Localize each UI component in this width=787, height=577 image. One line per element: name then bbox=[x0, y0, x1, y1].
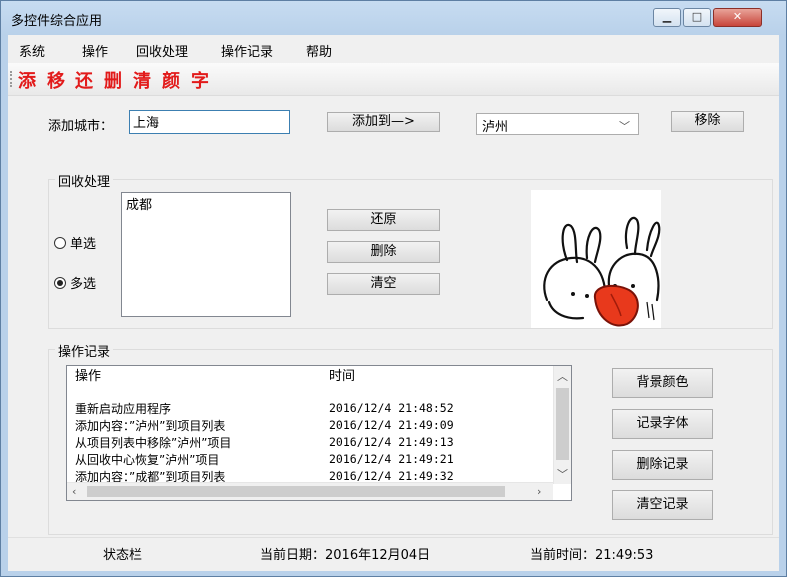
radio-single-circle[interactable] bbox=[54, 236, 66, 249]
menu-help[interactable]: 帮助 bbox=[306, 41, 332, 60]
toolbar-add-button[interactable]: 添 bbox=[18, 67, 36, 93]
close-icon: ✕ bbox=[732, 10, 743, 23]
log-row-action: 重新启动应用程序 bbox=[75, 402, 172, 416]
toolbar-clear-button[interactable]: 清 bbox=[133, 67, 151, 93]
title-bar[interactable]: 多控件综合应用 ▁ □ ✕ bbox=[1, 1, 786, 35]
city-input[interactable]: 上海 bbox=[129, 110, 290, 134]
close-button[interactable]: ✕ bbox=[713, 8, 762, 27]
radio-multi-label: 多选 bbox=[70, 277, 97, 292]
window-title: 多控件综合应用 bbox=[11, 14, 103, 29]
minimize-button[interactable]: ▁ bbox=[653, 8, 681, 27]
toolbar: 添 移 还 删 清 颜 字 bbox=[8, 63, 779, 96]
record-font-button[interactable]: 记录字体 bbox=[612, 409, 713, 439]
background-color-button[interactable]: 背景颜色 bbox=[612, 368, 713, 398]
delete-record-button[interactable]: 删除记录 bbox=[612, 450, 713, 480]
scroll-up-icon[interactable]: ︿ bbox=[557, 368, 568, 384]
recycle-group-title: 回收处理 bbox=[55, 171, 114, 190]
menu-bar: 系统 操作 回收处理 操作记录 帮助 bbox=[8, 35, 779, 63]
toolbar-restore-button[interactable]: 还 bbox=[75, 67, 93, 93]
main-window: 多控件综合应用 ▁ □ ✕ 系统 操作 回收处理 操作记录 帮助 添 移 还 删… bbox=[0, 0, 787, 577]
log-row-action: 从项目列表中移除”泸州”项目 bbox=[75, 436, 232, 450]
clear-record-button[interactable]: 清空记录 bbox=[612, 490, 713, 520]
rabbit-cartoon-icon bbox=[543, 216, 661, 327]
log-group-title: 操作记录 bbox=[55, 341, 114, 360]
radio-single-label: 单选 bbox=[70, 237, 97, 252]
toolbar-grip[interactable] bbox=[10, 71, 14, 87]
add-to-list-button[interactable]: 添加到—> bbox=[327, 112, 440, 132]
menu-system[interactable]: 系统 bbox=[19, 41, 45, 60]
city-combo[interactable]: 泸州 ﹀ bbox=[476, 113, 639, 135]
horizontal-scroll-thumb[interactable] bbox=[87, 486, 505, 497]
delete-button[interactable]: 删除 bbox=[327, 241, 440, 263]
radio-multi[interactable]: 多选 bbox=[54, 273, 96, 292]
maximize-icon: □ bbox=[691, 10, 703, 23]
menu-recycle[interactable]: 回收处理 bbox=[136, 41, 188, 60]
chevron-down-icon[interactable]: ﹀ bbox=[619, 118, 630, 134]
log-row-action: 添加内容：”泸州”到项目列表 bbox=[75, 419, 226, 433]
remove-button[interactable]: 移除 bbox=[671, 111, 744, 132]
log-row-time: 2016/12/4 21:48:52 bbox=[329, 401, 454, 415]
status-time: 当前时间：21:49:53 bbox=[530, 548, 654, 563]
log-row-time: 2016/12/4 21:49:32 bbox=[329, 469, 454, 483]
log-row-action: 从回收中心恢复”泸州”项目 bbox=[75, 453, 220, 467]
column-header-action[interactable]: 操作 bbox=[75, 366, 101, 388]
radio-single[interactable]: 单选 bbox=[54, 233, 96, 252]
scroll-right-icon[interactable]: › bbox=[537, 485, 541, 498]
status-bar: 状态栏 当前日期：2016年12月04日 当前时间：21:49:53 bbox=[8, 537, 779, 568]
menu-operation[interactable]: 操作 bbox=[82, 41, 108, 60]
clear-button[interactable]: 清空 bbox=[327, 273, 440, 295]
vertical-scrollbar[interactable]: ︿ ﹀ bbox=[553, 366, 571, 484]
log-row-time: 2016/12/4 21:49:21 bbox=[329, 452, 454, 466]
restore-button[interactable]: 还原 bbox=[327, 209, 440, 231]
toolbar-font-button[interactable]: 字 bbox=[191, 67, 209, 93]
log-listview[interactable]: 操作 时间 重新启动应用程序 2016/12/4 21:48:52 添加内容：”… bbox=[66, 365, 572, 501]
toolbar-move-button[interactable]: 移 bbox=[47, 67, 65, 93]
horizontal-scrollbar[interactable]: ‹ › bbox=[67, 482, 553, 500]
menu-log[interactable]: 操作记录 bbox=[221, 41, 273, 60]
minimize-icon: ▁ bbox=[662, 10, 672, 23]
scroll-left-icon[interactable]: ‹ bbox=[72, 485, 76, 498]
city-combo-value: 泸州 bbox=[482, 120, 509, 135]
maximize-button[interactable]: □ bbox=[683, 8, 711, 27]
toolbar-color-button[interactable]: 颜 bbox=[162, 67, 180, 93]
status-date: 当前日期：2016年12月04日 bbox=[260, 548, 431, 563]
vertical-scroll-thumb[interactable] bbox=[556, 388, 569, 460]
column-header-time[interactable]: 时间 bbox=[329, 366, 355, 388]
radio-multi-circle[interactable] bbox=[54, 276, 66, 289]
list-item[interactable]: 成都 bbox=[126, 194, 152, 213]
status-label: 状态栏 bbox=[103, 548, 143, 563]
add-city-label: 添加城市： bbox=[48, 119, 114, 134]
log-row-time: 2016/12/4 21:49:09 bbox=[329, 418, 454, 432]
scroll-down-icon[interactable]: ﹀ bbox=[557, 466, 568, 482]
toolbar-delete-button[interactable]: 删 bbox=[104, 67, 122, 93]
client-area: 系统 操作 回收处理 操作记录 帮助 添 移 还 删 清 颜 字 添加城市： 上… bbox=[8, 35, 779, 571]
picture-box bbox=[531, 190, 661, 328]
log-row-time: 2016/12/4 21:49:13 bbox=[329, 435, 454, 449]
recycle-listbox[interactable]: 成都 bbox=[121, 192, 291, 317]
